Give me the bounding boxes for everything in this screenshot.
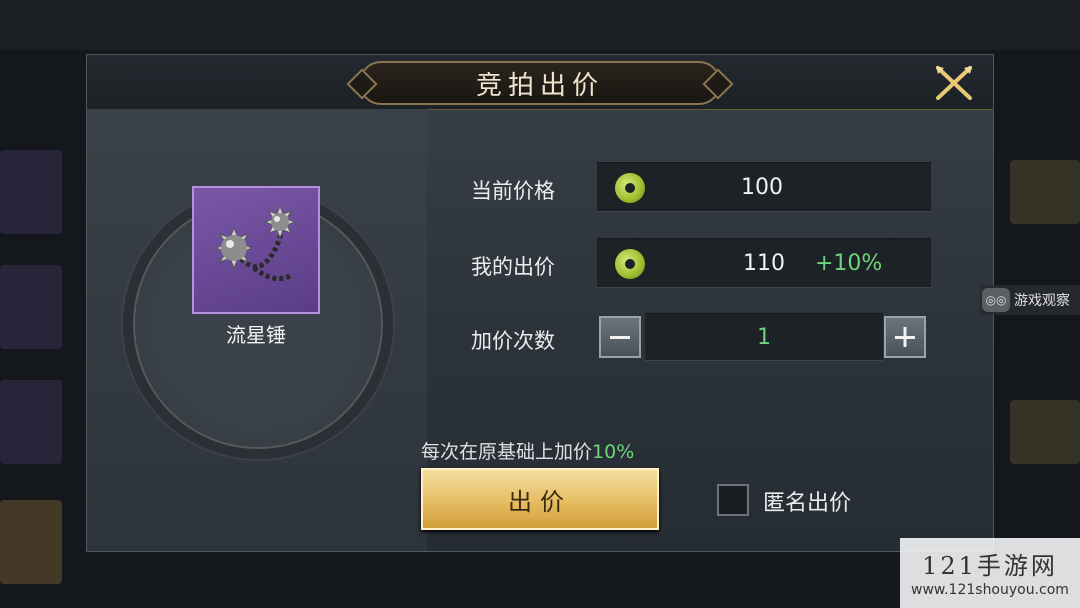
my-bid-label: 我的出价 <box>471 255 555 279</box>
raise-count-label: 加价次数 <box>471 329 555 353</box>
current-price-value: 100 <box>741 175 783 200</box>
plus-icon <box>895 327 915 347</box>
raise-count-value: 1 <box>757 325 771 350</box>
my-bid-field: 110 +10% <box>597 238 931 288</box>
my-bid-increase: +10% <box>815 251 883 276</box>
item-name: 流星锤 <box>226 323 286 347</box>
watermark-url: www.121shouyou.com <box>911 582 1069 598</box>
raise-hint-percent: 10% <box>592 441 635 463</box>
raise-hint-text: 每次在原基础上加价 <box>421 441 593 463</box>
background-item-slot <box>0 500 62 584</box>
current-price-label: 当前价格 <box>471 179 555 203</box>
bid-button[interactable]: 出价 <box>421 468 659 530</box>
side-badge-text: 游戏观察 <box>1014 293 1070 309</box>
decrease-button[interactable] <box>599 316 641 358</box>
anonymous-label: 匿名出价 <box>763 491 852 516</box>
coin-icon <box>615 173 645 203</box>
side-badge[interactable]: ◎◎ 游戏观察 <box>980 285 1080 315</box>
minus-icon <box>610 336 630 339</box>
dialog-header: 竞拍出价 <box>87 55 993 110</box>
item-slot[interactable] <box>192 186 320 314</box>
anonymous-checkbox[interactable] <box>717 484 749 516</box>
coin-icon <box>615 249 645 279</box>
current-price-field: 100 <box>597 162 931 212</box>
background-top-bar <box>0 0 1080 50</box>
raise-hint: 每次在原基础上加价10% <box>421 437 634 464</box>
my-bid-value: 110 <box>743 251 785 276</box>
watermark-title: 121手游网 <box>922 552 1058 580</box>
background-item-slot <box>1010 160 1080 224</box>
game-observe-icon: ◎◎ <box>982 288 1010 312</box>
background-item-slot <box>0 150 62 234</box>
background-item-slot <box>1010 400 1080 464</box>
title-plate: 竞拍出价 <box>359 61 721 105</box>
background-item-slot <box>0 265 62 349</box>
close-button[interactable] <box>933 63 975 103</box>
background-item-slot <box>0 380 62 464</box>
meteor-hammer-icon <box>214 204 297 282</box>
site-watermark: 121手游网 www.121shouyou.com <box>900 538 1080 608</box>
close-icon <box>936 66 972 100</box>
increase-button[interactable] <box>884 316 926 358</box>
dialog-title: 竞拍出价 <box>475 70 604 101</box>
raise-count-field[interactable]: 1 <box>645 313 883 361</box>
auction-bid-dialog: 竞拍出价 流星锤 当前价格 100 我的出价 110 +10% 加价次数 1 每… <box>86 54 994 552</box>
